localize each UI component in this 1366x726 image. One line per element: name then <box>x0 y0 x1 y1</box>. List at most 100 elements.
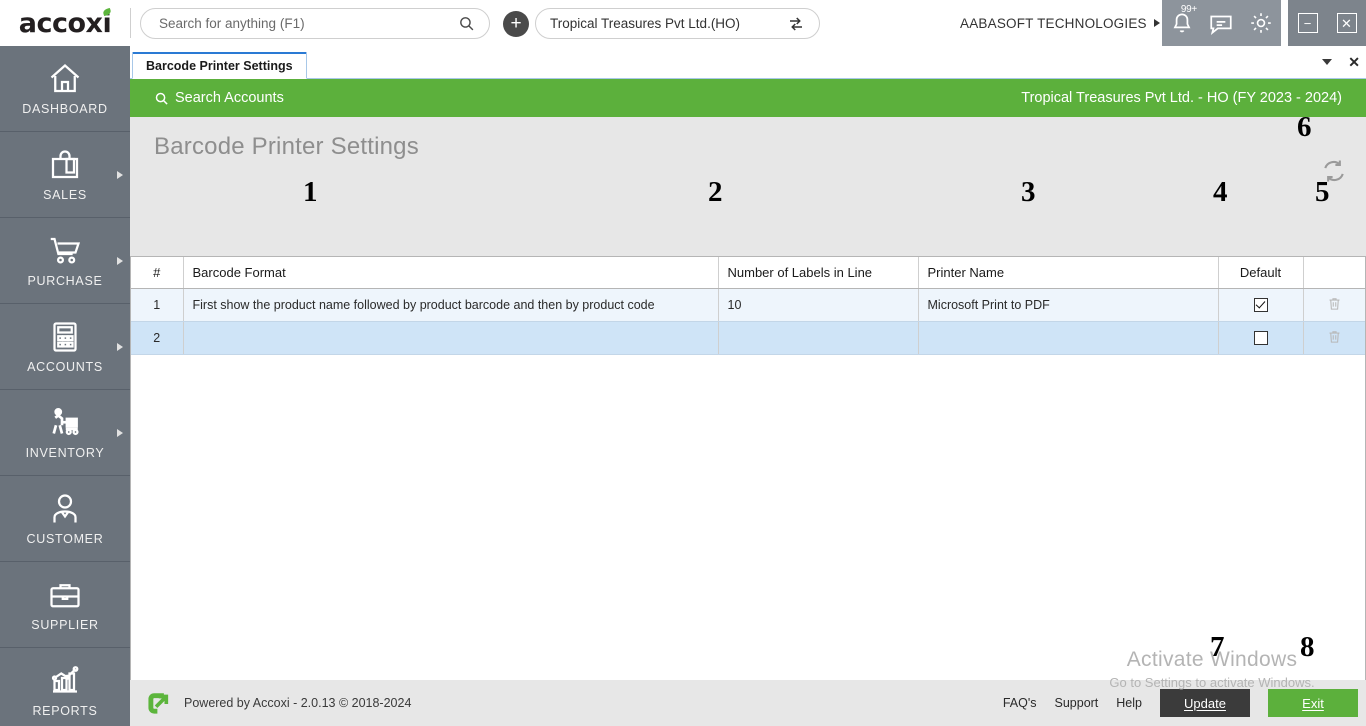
sidebar-item-customer[interactable]: CUSTOMER <box>0 476 130 562</box>
user-name: AABASOFT TECHNOLOGIES <box>960 15 1147 31</box>
table-row[interactable]: 1 First show the product name followed b… <box>131 288 1365 322</box>
swap-branch-icon[interactable] <box>787 15 805 33</box>
support-link[interactable]: Support <box>1055 696 1099 710</box>
column-header-index: # <box>131 257 184 289</box>
accoxi-mark-icon <box>148 693 169 714</box>
bell-icon[interactable]: 99+ <box>1169 4 1197 36</box>
search-input[interactable] <box>159 16 458 31</box>
chevron-right-icon[interactable] <box>117 428 123 437</box>
sidebar-item-reports[interactable]: REPORTS <box>0 648 130 726</box>
search-icon[interactable] <box>458 15 475 32</box>
close-button[interactable]: ✕ <box>1336 13 1357 33</box>
minimize-button[interactable]: − <box>1297 13 1318 33</box>
sidebar-item-accounts[interactable]: ACCOUNTS <box>0 304 130 390</box>
cell-labels-in-line[interactable]: 10 <box>718 288 919 322</box>
sidebar-item-label: CUSTOMER <box>26 532 104 546</box>
column-header-default: Default <box>1218 257 1304 289</box>
cell-barcode-format[interactable] <box>183 321 719 355</box>
logo-divider <box>130 8 131 38</box>
table-header: # Barcode Format Number of Labels in Lin… <box>131 257 1365 289</box>
cell-default[interactable] <box>1218 288 1304 322</box>
sidebar-item-label: INVENTORY <box>25 446 105 460</box>
sidebar-item-sales[interactable]: SALES <box>0 132 130 218</box>
search-accounts-label: Search Accounts <box>175 90 284 106</box>
sidebar-item-label: DASHBOARD <box>22 102 108 116</box>
cell-printer-name[interactable]: Microsoft Print to PDF <box>918 288 1219 322</box>
sidebar-item-label: PURCHASE <box>27 274 103 288</box>
cell-default[interactable] <box>1218 321 1304 355</box>
close-tab-icon[interactable]: ✕ <box>1348 55 1360 69</box>
chevron-right-icon[interactable] <box>117 342 123 351</box>
settings-table: # Barcode Format Number of Labels in Lin… <box>131 257 1365 355</box>
chevron-right-icon[interactable] <box>1153 19 1160 27</box>
tab-barcode-printer-settings[interactable]: Barcode Printer Settings <box>132 52 307 79</box>
table-header-row: # Barcode Format Number of Labels in Lin… <box>131 257 1365 289</box>
cell-printer-name[interactable] <box>918 321 1219 355</box>
branch-selector[interactable]: Tropical Treasures Pvt Ltd.(HO) <box>535 8 820 39</box>
chevron-right-icon[interactable] <box>117 170 123 179</box>
cell-index: 1 <box>131 288 184 322</box>
page-body: Barcode Printer Settings # Barcode Forma… <box>130 117 1366 726</box>
sidebar-item-supplier[interactable]: SUPPLIER <box>0 562 130 648</box>
tab-active-accent <box>133 52 306 54</box>
table-body: 1 First show the product name followed b… <box>131 288 1365 355</box>
sidebar-item-purchase[interactable]: PURCHASE <box>0 218 130 304</box>
cell-delete[interactable] <box>1303 288 1365 322</box>
sidebar-item-dashboard[interactable]: DASHBOARD <box>0 46 130 132</box>
default-checkbox[interactable] <box>1253 297 1268 312</box>
column-header-labels: Number of Labels in Line <box>718 257 919 289</box>
update-button[interactable]: Update <box>1160 689 1250 717</box>
default-checkbox[interactable] <box>1253 330 1268 345</box>
calculator-icon <box>53 322 77 352</box>
add-new-button[interactable]: + <box>503 11 529 37</box>
shopping-bag-icon <box>51 150 79 179</box>
bar-chart-icon <box>51 666 79 693</box>
top-bar: accoxi + Tropical Treasures Pvt Ltd.(HO)… <box>0 0 1366 46</box>
sidebar-item-label: ACCOUNTS <box>27 360 103 374</box>
briefcase-icon <box>50 584 80 608</box>
update-button-label: Update <box>1184 695 1226 711</box>
search-icon <box>155 92 168 105</box>
column-header-printer: Printer Name <box>918 257 1219 289</box>
top-icon-strip: 99+ <box>1162 0 1281 46</box>
help-link[interactable]: Help <box>1116 696 1142 710</box>
context-bar: Search Accounts Tropical Treasures Pvt L… <box>130 79 1366 117</box>
powered-by-text: Powered by Accoxi - 2.0.13 © 2018-2024 <box>184 696 412 710</box>
table-row[interactable]: 2 <box>131 321 1365 355</box>
sidebar-item-label: SUPPLIER <box>31 618 99 632</box>
message-icon[interactable] <box>1208 10 1234 36</box>
person-icon <box>53 494 77 523</box>
page-title: Barcode Printer Settings <box>154 133 419 160</box>
faq-link[interactable]: FAQ's <box>1003 696 1037 710</box>
refresh-icon[interactable] <box>1320 157 1348 185</box>
cell-labels-in-line[interactable] <box>718 321 919 355</box>
global-search[interactable] <box>140 8 490 39</box>
trash-icon[interactable] <box>1327 328 1342 345</box>
gear-icon[interactable] <box>1248 10 1274 36</box>
sidebar-item-label: REPORTS <box>32 704 98 718</box>
footer-actions: FAQ's Support Help Update Exit <box>1003 689 1358 717</box>
notification-badge: 99+ <box>1180 4 1197 15</box>
footer-bar: Powered by Accoxi - 2.0.13 © 2018-2024 F… <box>130 680 1366 726</box>
column-header-format: Barcode Format <box>183 257 719 289</box>
application-window: accoxi + Tropical Treasures Pvt Ltd.(HO)… <box>0 0 1366 726</box>
branch-name: Tropical Treasures Pvt Ltd.(HO) <box>550 16 741 31</box>
chevron-down-icon[interactable] <box>1322 59 1333 65</box>
sidebar: DASHBOARD SALES PURCHASE ACCOUNTS INVENT… <box>0 46 130 726</box>
tab-bar-controls: ✕ <box>1322 55 1360 69</box>
sidebar-item-label: SALES <box>43 188 87 202</box>
home-icon <box>50 63 80 93</box>
company-fiscal-info: Tropical Treasures Pvt Ltd. - HO (FY 202… <box>1021 90 1342 106</box>
trash-icon[interactable] <box>1327 295 1342 312</box>
sidebar-item-inventory[interactable]: INVENTORY <box>0 390 130 476</box>
search-accounts-button[interactable]: Search Accounts <box>154 90 284 106</box>
app-logo-text: accoxi <box>18 7 112 39</box>
cell-delete[interactable] <box>1303 321 1365 355</box>
cell-barcode-format[interactable]: First show the product name followed by … <box>183 288 719 322</box>
tab-bar: Barcode Printer Settings ✕ <box>130 46 1366 79</box>
cell-index: 2 <box>131 321 184 355</box>
chevron-right-icon[interactable] <box>117 256 123 265</box>
window-controls: − ✕ <box>1288 0 1366 46</box>
exit-button[interactable]: Exit <box>1268 689 1358 717</box>
worker-trolley-icon <box>52 407 79 436</box>
